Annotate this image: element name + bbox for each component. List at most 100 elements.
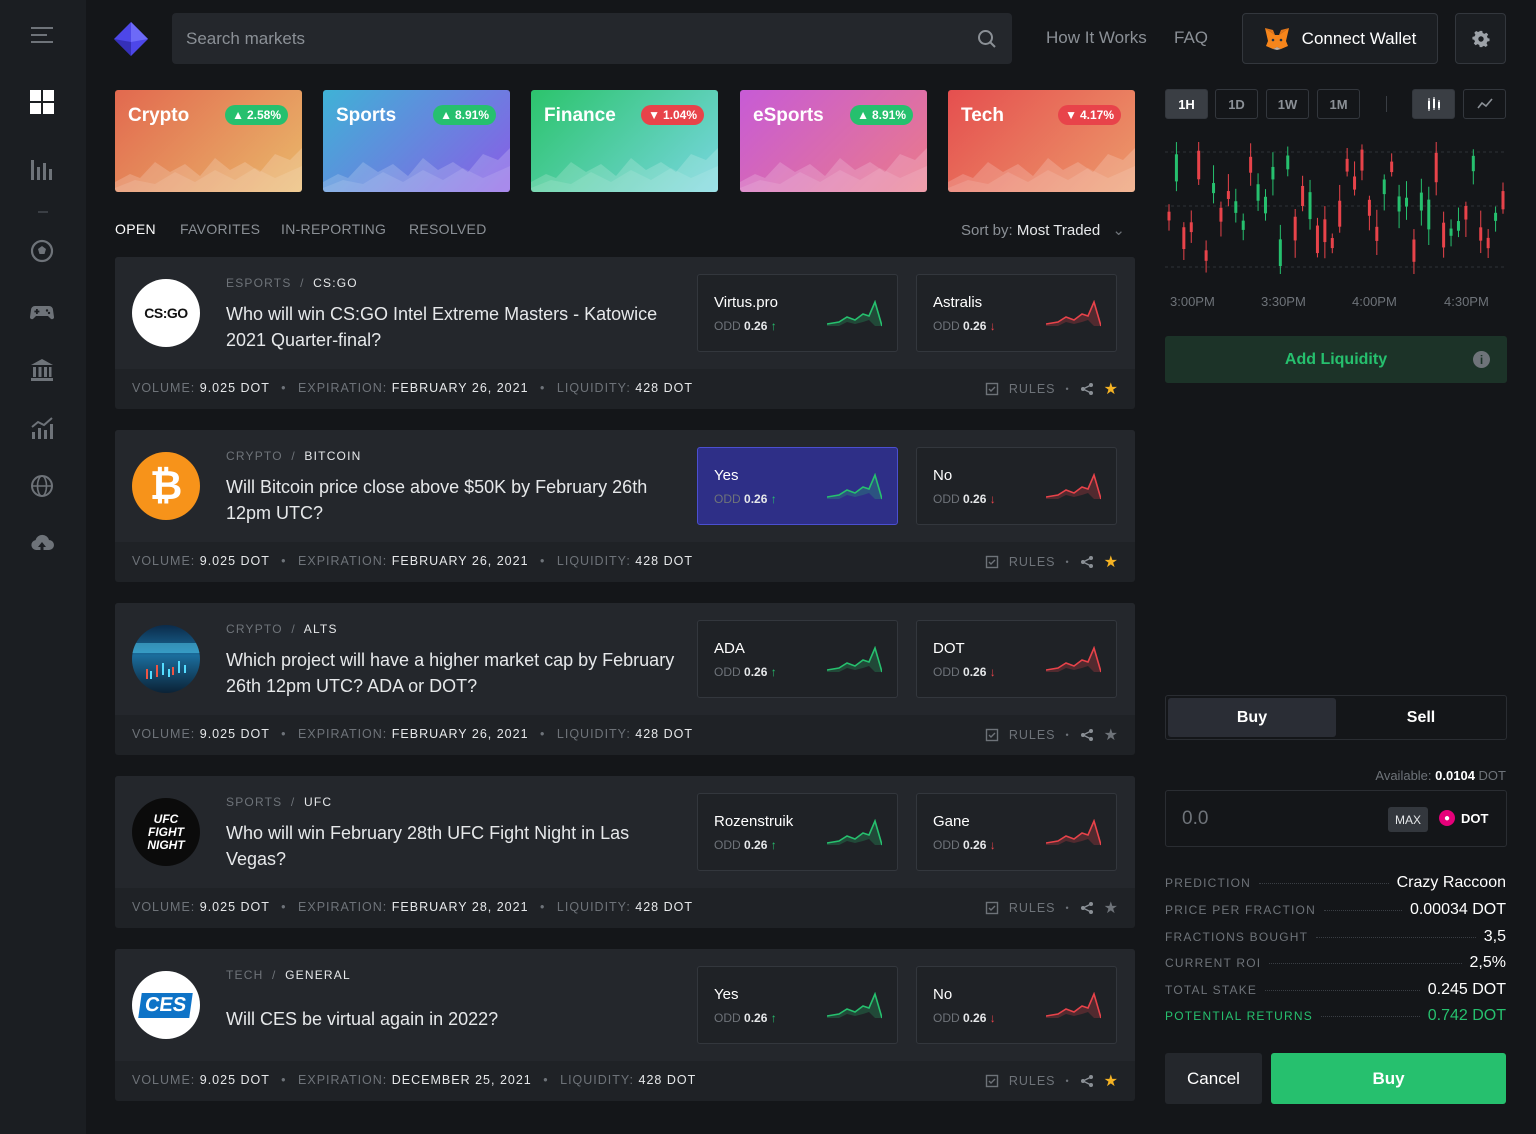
outcome-option[interactable]: Yes ODD 0.26 ↑	[697, 447, 898, 525]
outcome-odd: ODD 0.26 ↑	[714, 492, 777, 506]
tab-open[interactable]: OPEN	[115, 221, 156, 237]
buy-tab[interactable]: Buy	[1168, 698, 1336, 737]
rules-link[interactable]: RULES	[1009, 901, 1056, 915]
volume-label: VOLUME:	[132, 381, 196, 395]
amount-field[interactable]: MAX ● DOT	[1165, 790, 1507, 847]
timeframe-1d[interactable]: 1D	[1215, 89, 1258, 119]
favorite-star-icon[interactable]: ★	[1104, 725, 1119, 745]
market-category: SPORTS / UFC	[226, 795, 333, 809]
outcome-option[interactable]: ADA ODD 0.26 ↑	[697, 620, 898, 698]
market-card[interactable]: CES TECH / GENERAL Will CES be virtual a…	[115, 949, 1135, 1101]
odd-value: 0.26	[744, 492, 768, 506]
category-card-crypto[interactable]: Crypto ▲ 2.58%	[115, 90, 302, 192]
favorite-star-icon[interactable]: ★	[1104, 552, 1119, 572]
candle-body	[1234, 201, 1238, 213]
outcome-option[interactable]: No ODD 0.26 ↓	[916, 447, 1117, 525]
settings-button[interactable]	[1455, 13, 1506, 64]
favorite-star-icon[interactable]: ★	[1104, 1071, 1119, 1091]
alts-chart-logo	[132, 625, 200, 693]
favorite-star-icon[interactable]: ★	[1104, 898, 1119, 918]
market-card[interactable]: CRYPTO / ALTS Which project will have a …	[115, 603, 1135, 755]
currency-label: DOT	[1461, 810, 1489, 826]
market-card[interactable]: UFC FIGHT NIGHT SPORTS / UFC Who will wi…	[115, 776, 1135, 928]
favorite-star-icon[interactable]: ★	[1104, 379, 1119, 399]
candlestick-view-button[interactable]	[1412, 89, 1455, 119]
market-category: CRYPTO / ALTS	[226, 622, 338, 636]
summary-value: 0.245 DOT	[1427, 981, 1506, 998]
rules-link[interactable]: RULES	[1009, 555, 1056, 569]
liquidity-value: 428 DOT	[635, 554, 693, 568]
category-card-esports[interactable]: eSports ▲ 8.91%	[740, 90, 927, 192]
outcome-option[interactable]: Gane ODD 0.26 ↓	[916, 793, 1117, 871]
dashboard-icon[interactable]	[27, 87, 57, 117]
timeframe-1h[interactable]: 1H	[1165, 89, 1208, 119]
candle-body	[1293, 216, 1297, 241]
outcome-option[interactable]: Astralis ODD 0.26 ↓	[916, 274, 1117, 352]
cloud-upload-icon[interactable]	[27, 529, 57, 559]
sell-tab[interactable]: Sell	[1336, 698, 1506, 737]
share-icon[interactable]	[1080, 901, 1094, 915]
market-question[interactable]: Who will win February 28th UFC Fight Nig…	[226, 820, 686, 872]
connect-wallet-button[interactable]: Connect Wallet	[1242, 13, 1438, 64]
max-button[interactable]: MAX	[1388, 807, 1428, 832]
buy-button[interactable]: Buy	[1271, 1053, 1506, 1104]
market-card[interactable]: ₿ CRYPTO / BITCOIN Will Bitcoin price cl…	[115, 430, 1135, 582]
available-unit: DOT	[1478, 768, 1506, 783]
tab-favorites[interactable]: FAVORITES	[180, 221, 260, 237]
share-icon[interactable]	[1080, 1074, 1094, 1088]
tab-in-reporting[interactable]: IN-REPORTING	[281, 221, 386, 237]
gamepad-icon[interactable]	[27, 296, 57, 326]
timeframe-1w[interactable]: 1W	[1266, 89, 1309, 119]
market-question[interactable]: Who will win CS:GO Intel Extreme Masters…	[226, 301, 686, 353]
category-card-tech[interactable]: Tech ▼ 4.17%	[948, 90, 1135, 192]
candle-body	[1471, 155, 1475, 172]
share-icon[interactable]	[1080, 555, 1094, 569]
outcome-option[interactable]: Rozenstruik ODD 0.26 ↑	[697, 793, 898, 871]
rules-link[interactable]: RULES	[1009, 382, 1056, 396]
line-view-button[interactable]	[1463, 89, 1506, 119]
candle-body	[1249, 156, 1253, 173]
change-value: 4.17%	[1079, 108, 1114, 122]
rules-link[interactable]: RULES	[1009, 1074, 1056, 1088]
category-card-finance[interactable]: Finance ▼ 1.04%	[531, 90, 718, 192]
rules-link[interactable]: RULES	[1009, 728, 1056, 742]
search-bar[interactable]	[172, 13, 1012, 64]
trending-chart-icon[interactable]	[27, 413, 57, 443]
timeframe-1m[interactable]: 1M	[1317, 89, 1360, 119]
market-card[interactable]: CS:GO ESPORTS / CS:GO Who will win CS:GO…	[115, 257, 1135, 409]
bar-chart-icon[interactable]	[27, 155, 57, 185]
outcome-option[interactable]: Yes ODD 0.26 ↑	[697, 966, 898, 1044]
ufc-fight-night-logo: UFC FIGHT NIGHT	[132, 798, 200, 866]
outcome-option[interactable]: No ODD 0.26 ↓	[916, 966, 1117, 1044]
amount-input[interactable]	[1182, 807, 1362, 830]
currency-selector[interactable]: ● DOT	[1439, 810, 1488, 826]
market-question[interactable]: Will Bitcoin price close above $50K by F…	[226, 474, 686, 526]
candle-body	[1345, 158, 1349, 172]
outcome-option[interactable]: DOT ODD 0.26 ↓	[916, 620, 1117, 698]
market-question[interactable]: Will CES be virtual again in 2022?	[226, 1006, 686, 1032]
globe-bitcoin-icon[interactable]	[27, 471, 57, 501]
search-icon[interactable]	[976, 28, 998, 50]
bank-icon[interactable]	[27, 355, 57, 385]
share-icon[interactable]	[1080, 728, 1094, 742]
candle-body	[1464, 205, 1468, 220]
chart-time-label: 4:00PM	[1352, 294, 1397, 309]
candle-body	[1456, 221, 1460, 231]
sort-dropdown[interactable]: Sort by: Most Traded ⌄	[961, 221, 1125, 239]
category-card-sports[interactable]: Sports ▲ 8.91%	[323, 90, 510, 192]
menu-icon[interactable]	[27, 20, 57, 50]
app-logo[interactable]	[114, 22, 148, 56]
how-it-works-link[interactable]: How It Works	[1046, 28, 1147, 48]
add-liquidity-button[interactable]: Add Liquidity i	[1165, 336, 1507, 383]
tab-resolved[interactable]: RESOLVED	[409, 221, 487, 237]
soccer-ball-icon[interactable]	[27, 236, 57, 266]
cancel-button[interactable]: Cancel	[1165, 1053, 1262, 1104]
sparkline-down	[1046, 992, 1101, 1019]
market-question[interactable]: Which project will have a higher market …	[226, 647, 686, 699]
faq-link[interactable]: FAQ	[1174, 28, 1208, 48]
search-input[interactable]	[186, 28, 976, 49]
outcome-name: Gane	[933, 813, 970, 830]
share-icon[interactable]	[1080, 382, 1094, 396]
outcome-option[interactable]: Virtus.pro ODD 0.26 ↑	[697, 274, 898, 352]
info-icon[interactable]: i	[1473, 351, 1490, 368]
